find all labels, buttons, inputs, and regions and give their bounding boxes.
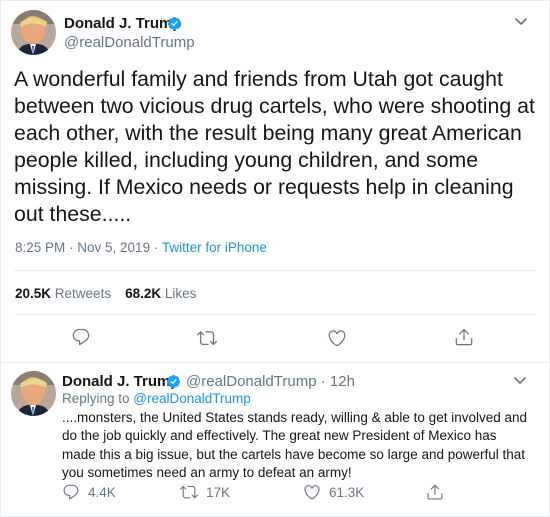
retweet-icon [180, 485, 198, 499]
chevron-down-icon[interactable] [514, 14, 528, 28]
like-count: 61.3K [329, 484, 365, 500]
retweets-label: Retweets [54, 286, 112, 301]
tweet-text: A wonderful family and friends from Utah… [14, 67, 535, 226]
author-name[interactable]: Donald J. Trump [64, 15, 182, 32]
replying-mention-link[interactable]: @realDonaldTrump [133, 391, 251, 406]
likes-label: Likes [164, 286, 197, 301]
verified-badge-icon [167, 16, 182, 31]
retweets-stat[interactable]: 20.5K Retweets [15, 286, 111, 301]
likes-stat[interactable]: 68.2K Likes [125, 286, 196, 301]
replying-prefix: Replying to [62, 391, 134, 406]
verified-badge-icon [166, 374, 181, 389]
tweet-stats: 20.5K Retweets 68.2K Likes [15, 286, 196, 301]
tweet-meta: 8:25 PM · Nov 5, 2019 · Twitter for iPho… [15, 240, 267, 255]
reply-icon [63, 484, 79, 500]
divider [14, 270, 536, 271]
reply-retweet-action[interactable]: 17K [180, 483, 230, 501]
replying-to: Replying to @realDonaldTrump [62, 391, 251, 406]
reply-author-avatar[interactable] [11, 371, 56, 416]
tweet-source-link[interactable]: Twitter for iPhone [162, 240, 267, 255]
reply-tweet[interactable]: Donald J. Trump @realDonaldTrump · 12h R… [0, 362, 550, 517]
reply-author-name[interactable]: Donald J. Trump [62, 373, 180, 390]
tweet-timestamp[interactable]: 8:25 PM · Nov 5, 2019 · [15, 240, 162, 255]
reply-handle-time[interactable]: @realDonaldTrump · 12h [186, 373, 355, 390]
reply-count: 4.4K [88, 484, 116, 500]
retweet-count: 17K [206, 484, 231, 500]
likes-count: 68.2K [125, 286, 162, 301]
author-avatar[interactable] [11, 10, 56, 55]
retweet-icon[interactable] [197, 328, 217, 348]
author-handle[interactable]: @realDonaldTrump [64, 34, 195, 51]
reply-icon[interactable] [71, 327, 91, 347]
retweets-count: 20.5K [15, 286, 52, 301]
share-icon [427, 484, 443, 500]
main-tweet: Donald J. Trump @realDonaldTrump A wonde… [0, 0, 550, 362]
divider [14, 314, 536, 315]
reply-like-action[interactable]: 61.3K [303, 483, 364, 501]
reply-share-action[interactable] [426, 483, 452, 501]
reply-text: ....monsters, the United States stands r… [62, 410, 528, 481]
chevron-down-icon[interactable] [513, 373, 527, 387]
reply-reply-action[interactable]: 4.4K [62, 483, 116, 501]
share-icon[interactable] [454, 327, 474, 347]
like-icon [304, 485, 320, 500]
like-icon[interactable] [327, 328, 347, 348]
